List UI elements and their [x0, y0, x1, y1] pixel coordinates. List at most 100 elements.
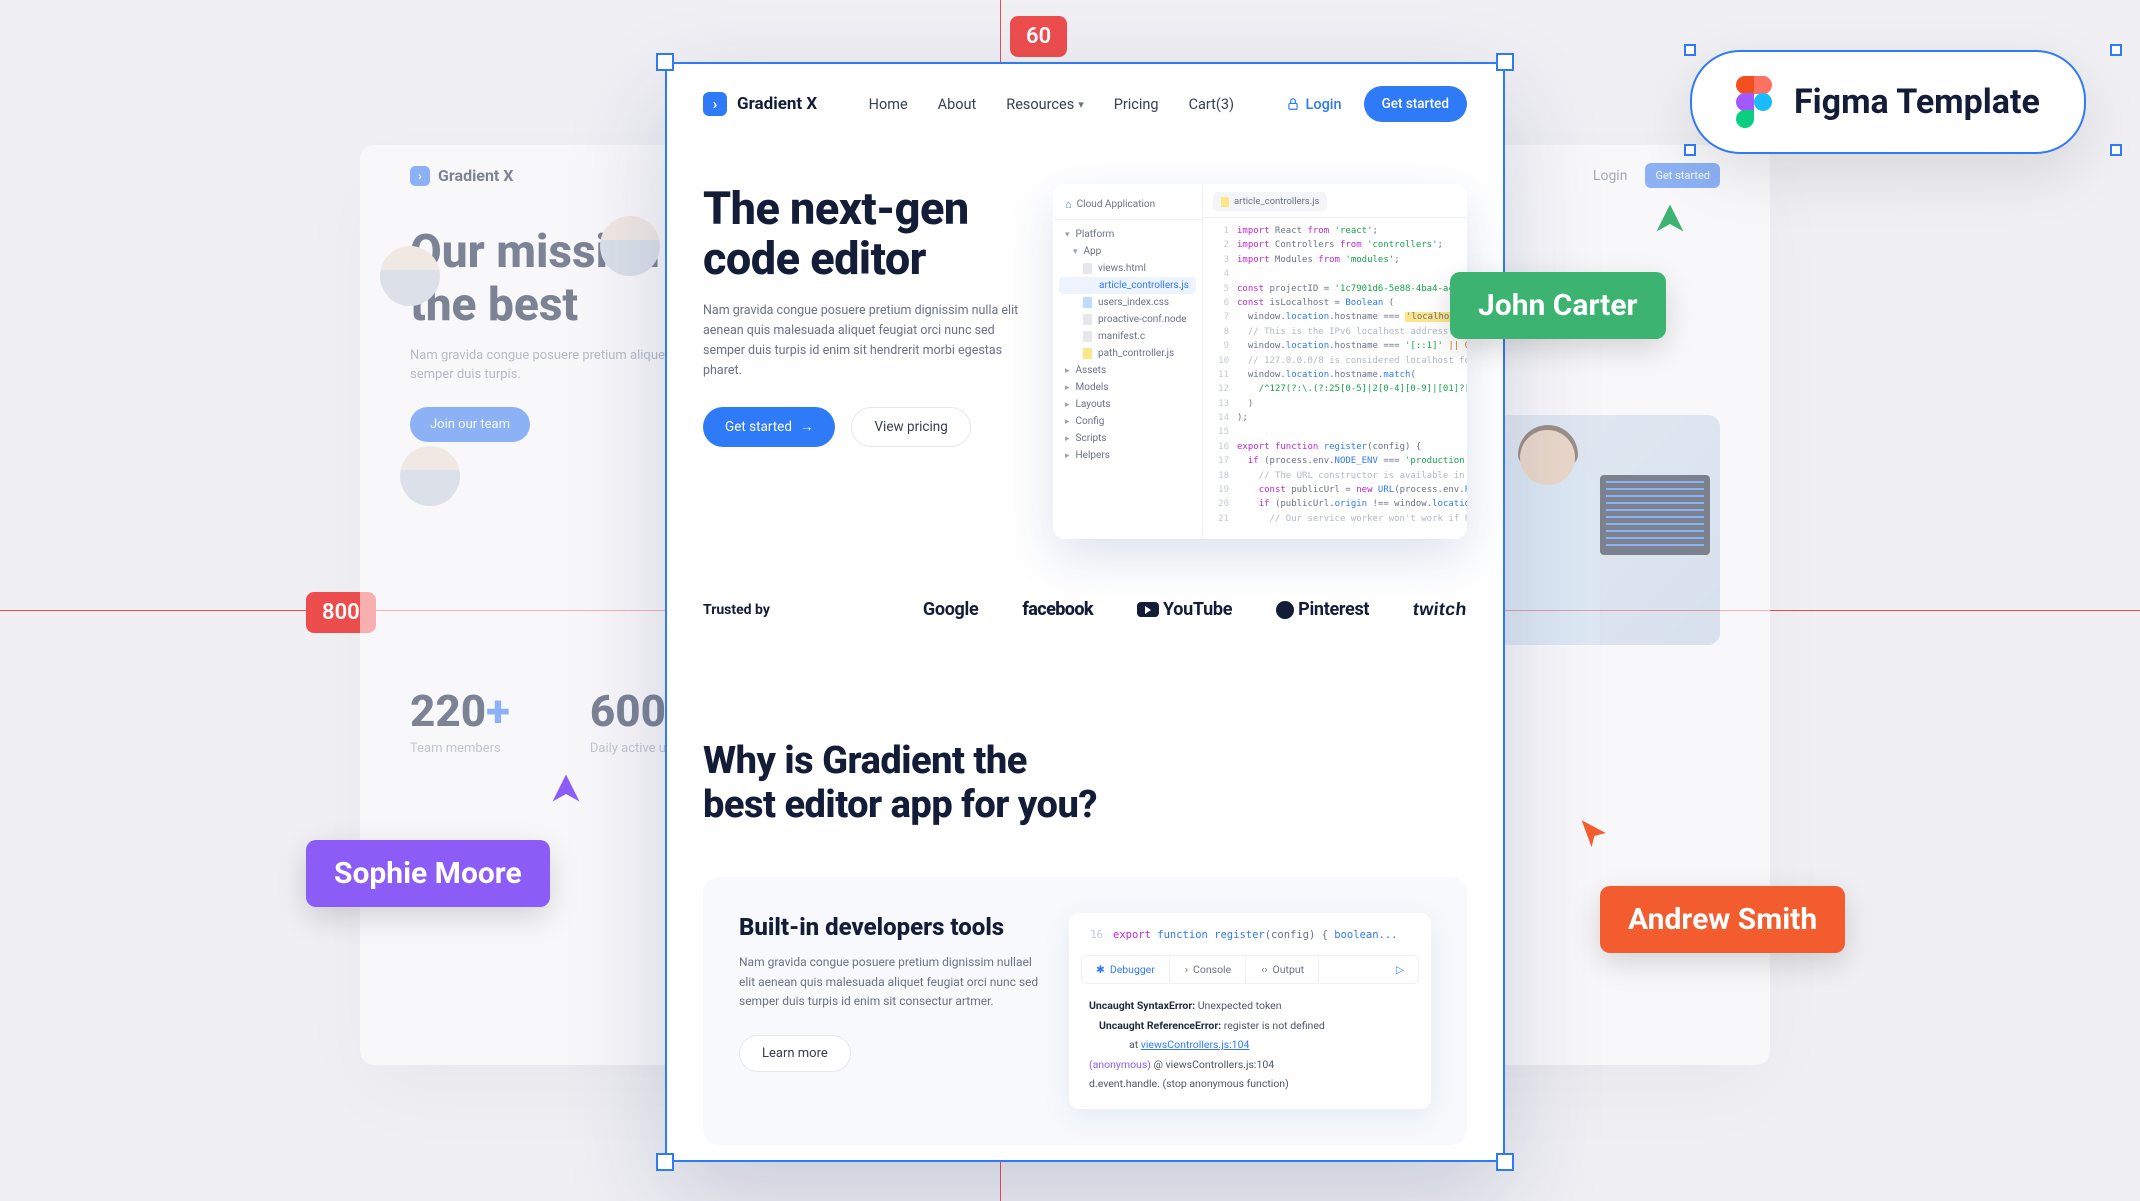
code-icon: ‹› — [1261, 963, 1267, 976]
selection-handle[interactable] — [1496, 53, 1514, 71]
code-line: 5const projectID = '1c7901d6-5e88-4ba4-a… — [1203, 282, 1467, 296]
figma-logo-icon — [1736, 76, 1772, 128]
selected-artboard[interactable]: › Gradient X Home About Resources▾ Prici… — [665, 62, 1505, 1162]
code-line: 6const isLocalhost = Boolean ( — [1203, 296, 1467, 310]
why-heading: Why is Gradient thebest editor app for y… — [703, 740, 1183, 827]
view-pricing-button[interactable]: View pricing — [851, 407, 970, 447]
nav-about[interactable]: About — [938, 96, 977, 113]
bug-icon: ✱ — [1096, 963, 1105, 976]
run-button[interactable]: ▷ — [1382, 956, 1418, 983]
output-tab[interactable]: ‹›Output — [1247, 956, 1319, 983]
cursor-icon — [548, 770, 584, 806]
guide-distance-top: 60 — [1010, 16, 1067, 57]
nav-resources[interactable]: Resources▾ — [1006, 96, 1083, 113]
arrow-icon: › — [703, 92, 727, 116]
code-line: 15 — [1203, 425, 1467, 439]
code-line: 13 ) — [1203, 397, 1467, 411]
stats-row: 220+Team members 600KDaily active users — [410, 685, 694, 756]
code-line: 17 if (process.env.NODE_ENV === 'product… — [1203, 454, 1467, 468]
code-line: 14); — [1203, 411, 1467, 425]
join-team-button: Join our team — [410, 407, 530, 442]
tree-file: views.html — [1053, 260, 1202, 277]
selection-handle[interactable] — [656, 53, 674, 71]
collaborator-tag-sophie: Sophie Moore — [306, 840, 550, 907]
chevron-down-icon: ▾ — [1078, 98, 1084, 111]
bg-cta-button: Get started — [1645, 163, 1720, 188]
arrow-right-icon: → — [800, 419, 814, 435]
code-line: 2import Controllers from 'controllers'; — [1203, 238, 1467, 252]
tree-file: proactive-conf.node — [1053, 311, 1202, 328]
nav-links: Home About Resources▾ Pricing Cart(3) — [869, 96, 1234, 113]
home-icon: ⌂ — [1065, 198, 1072, 211]
figma-canvas[interactable]: 60 800 › Gradient X HomeAboutResourcesPr… — [0, 0, 2140, 1201]
code-line: 21 // Our service worker won't work if P… — [1203, 512, 1467, 526]
breadcrumb: ⌂Cloud Application — [1053, 194, 1202, 220]
code-line: 7 window.location.hostname === 'localhos… — [1203, 310, 1467, 324]
collaborator-tag-john: John Carter — [1450, 272, 1666, 339]
figma-template-badge[interactable]: Figma Template — [1690, 50, 2086, 154]
code-editor-screenshot: ⌂Cloud Application ▾Platform ▾App views.… — [1053, 184, 1467, 539]
chevron-right-icon: › — [1185, 963, 1188, 976]
facebook-logo: facebook — [1022, 599, 1093, 620]
tree-file: path_controller.js — [1053, 345, 1202, 362]
pinterest-logo: Pinterest — [1276, 599, 1369, 620]
avatar — [380, 246, 440, 306]
editor-tab: article_controllers.js — [1213, 192, 1327, 211]
play-icon — [1137, 602, 1159, 617]
code-line: 12 /^127(?:\.(?:25[0-5]|2[0-4][0-9]|[01]… — [1203, 382, 1467, 396]
selection-handle[interactable] — [1684, 144, 1696, 156]
code-line: 16export function register(config) { — [1203, 440, 1467, 454]
code-line: 18 // The URL constructor is available i… — [1203, 469, 1467, 483]
selection-handle[interactable] — [656, 1153, 674, 1171]
console-tab[interactable]: ›Console — [1171, 956, 1246, 983]
figma-badge-label: Figma Template — [1794, 82, 2040, 122]
code-line: 1import React from 'react'; — [1203, 224, 1467, 238]
tree-folder: ▾App — [1053, 243, 1202, 260]
tree-folder: ▸Scripts — [1053, 430, 1202, 447]
brand-name: Gradient X — [737, 94, 817, 114]
cursor-icon — [1652, 200, 1688, 236]
feature-sub: Nam gravida congue posuere pretium digni… — [739, 953, 1039, 1011]
lock-icon — [1286, 97, 1300, 111]
debugger-panel: 16export function register(config) { boo… — [1069, 913, 1431, 1109]
selection-handle[interactable] — [2110, 44, 2122, 56]
code-line: 3import Modules from 'modules'; — [1203, 253, 1467, 267]
feature-card: Built-in developers tools Nam gravida co… — [703, 877, 1467, 1145]
login-link[interactable]: Login — [1286, 96, 1342, 113]
collaborator-tag-andrew: Andrew Smith — [1600, 886, 1845, 953]
feature-title: Built-in developers tools — [739, 913, 1039, 941]
brand-logo[interactable]: › Gradient X — [703, 92, 817, 116]
nav-cart[interactable]: Cart(3) — [1189, 96, 1235, 113]
avatar — [600, 216, 660, 276]
debugger-tab[interactable]: ✱Debugger — [1082, 956, 1170, 983]
selection-handle[interactable] — [1496, 1153, 1514, 1171]
selection-handle[interactable] — [2110, 144, 2122, 156]
play-icon: ▷ — [1396, 963, 1404, 976]
code-line: 9 window.location.hostname === '[::1]' |… — [1203, 339, 1467, 353]
nav-pricing[interactable]: Pricing — [1114, 96, 1159, 113]
code-line: 11 window.location.hostname.match( — [1203, 368, 1467, 382]
selection-handle[interactable] — [1684, 44, 1696, 56]
trusted-label: Trusted by — [703, 602, 770, 618]
code-line: 19 const publicUrl = new URL(process.env… — [1203, 483, 1467, 497]
tree-folder: ▸Config — [1053, 413, 1202, 430]
code-line: 20 if (publicUrl.origin !== window.locat… — [1203, 497, 1467, 511]
code-line: 8 // This is the IPv6 localhost address. — [1203, 325, 1467, 339]
bg-brand-logo: › Gradient X — [410, 166, 513, 186]
trusted-by-row: Trusted by Google facebook YouTube Pinte… — [667, 539, 1503, 660]
hero-subtitle: Nam gravida congue posuere pretium digni… — [703, 301, 1033, 381]
code-line: 4 — [1203, 267, 1467, 281]
arrow-icon: › — [410, 166, 430, 186]
tree-folder: ▾Platform — [1053, 226, 1202, 243]
error-output: Uncaught SyntaxError: Unexpected token U… — [1081, 984, 1419, 1097]
site-nav: › Gradient X Home About Resources▾ Prici… — [667, 64, 1503, 144]
get-started-button[interactable]: Get started — [1364, 86, 1467, 122]
youtube-logo: YouTube — [1137, 599, 1232, 620]
file-tree: ⌂Cloud Application ▾Platform ▾App views.… — [1053, 184, 1203, 539]
tree-folder: ▸Models — [1053, 379, 1202, 396]
hero-get-started-button[interactable]: Get started→ — [703, 407, 835, 447]
nav-home[interactable]: Home — [869, 96, 908, 113]
learn-more-button[interactable]: Learn more — [739, 1035, 851, 1072]
avatar — [400, 446, 460, 506]
hero-title: The next-gencode editor — [703, 184, 1033, 283]
